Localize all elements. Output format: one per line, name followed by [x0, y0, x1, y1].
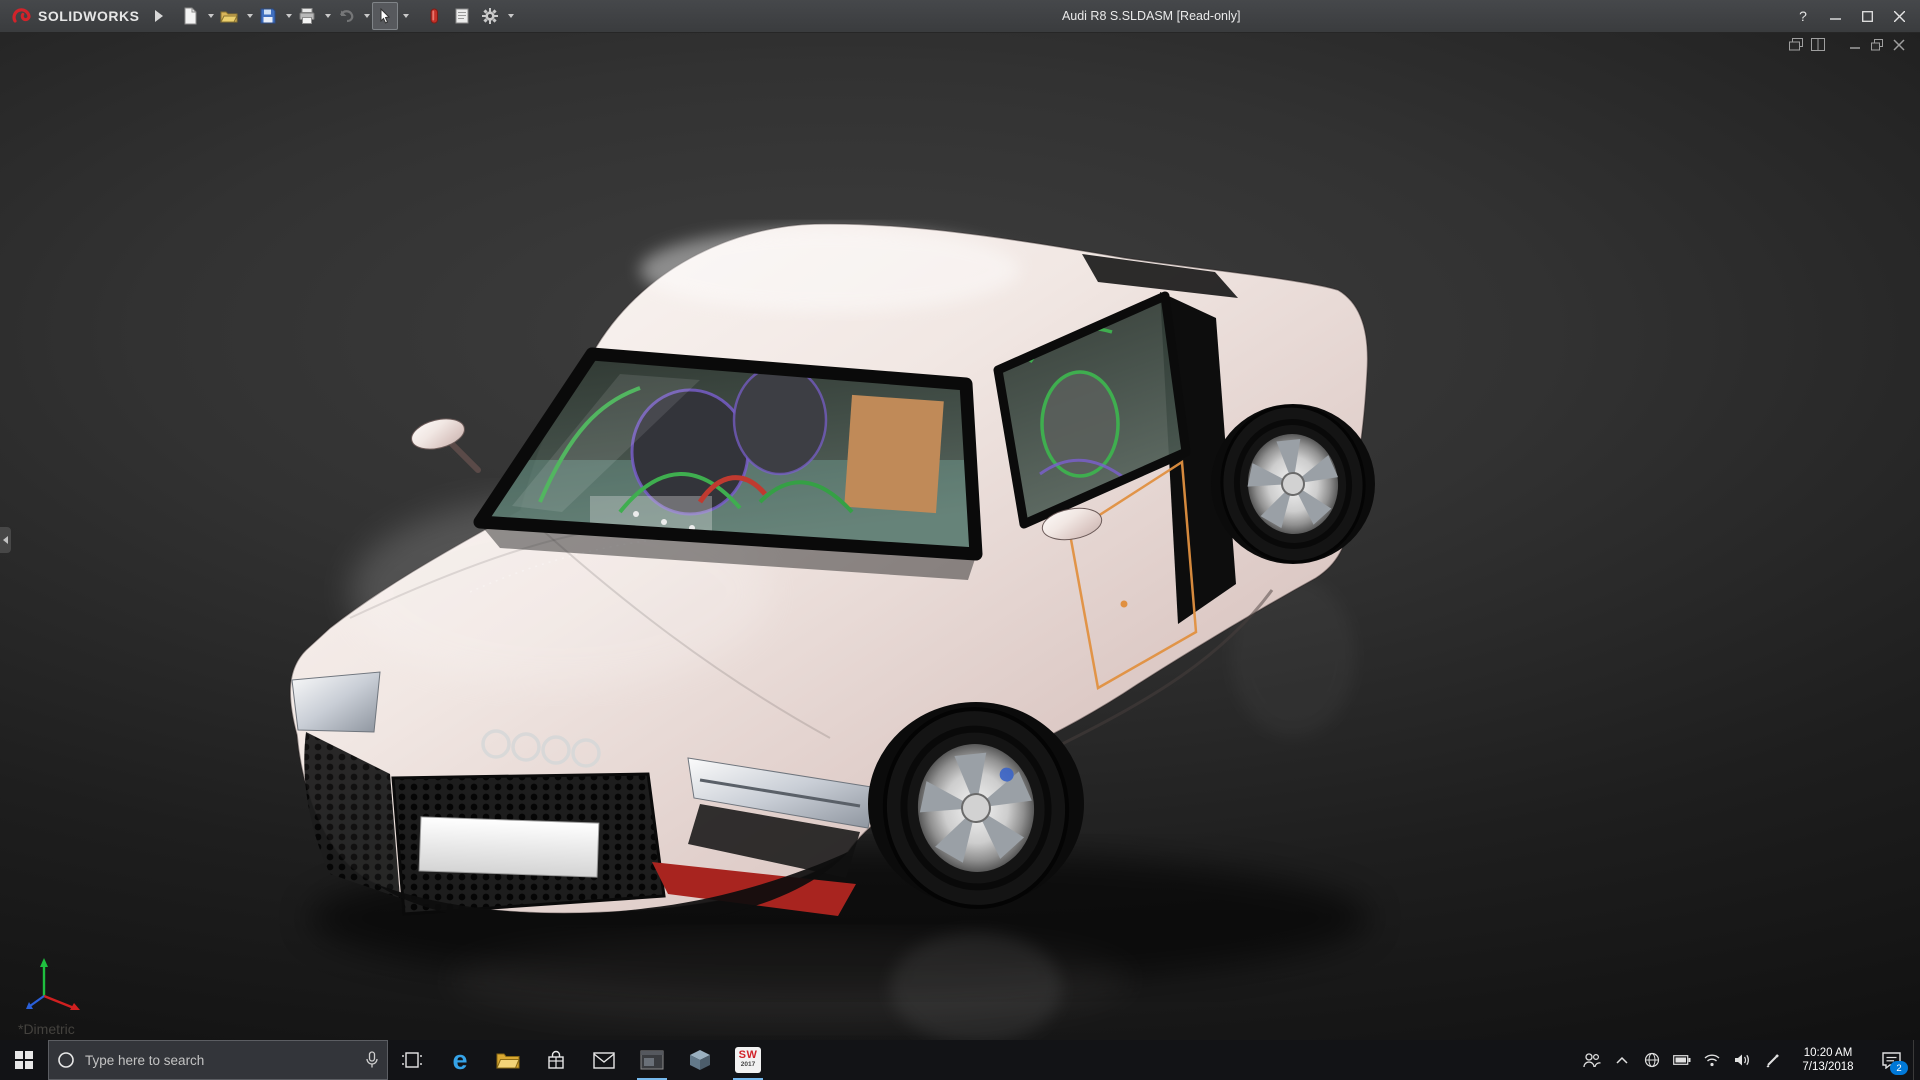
solidworks-2017-button[interactable]: SW 2017 — [724, 1040, 772, 1080]
options-button[interactable] — [477, 2, 503, 30]
solidworks-2017-icon: SW 2017 — [735, 1047, 761, 1073]
quick-toolbar — [177, 2, 514, 30]
titlebar: SOLIDWORKS — [0, 0, 1920, 33]
document-window-controls — [1788, 38, 1906, 51]
car-3d-model[interactable] — [0, 32, 1920, 1040]
microphone-icon[interactable] — [365, 1051, 379, 1069]
wifi-icon — [1703, 1053, 1721, 1067]
maximize-button[interactable] — [1852, 3, 1882, 29]
doc-minimize-icon — [1849, 39, 1861, 51]
document-title: Audi R8 S.SLDASM [Read-only] — [514, 9, 1788, 23]
new-document-dropdown[interactable] — [208, 14, 214, 18]
minimize-button[interactable] — [1820, 3, 1850, 29]
cube-icon — [689, 1049, 711, 1071]
undo-dropdown[interactable] — [364, 14, 370, 18]
windows-ink-button[interactable] — [1757, 1040, 1787, 1080]
volume-icon — [1734, 1053, 1751, 1067]
tile-icon — [1811, 38, 1825, 51]
battery-button[interactable] — [1667, 1040, 1697, 1080]
close-button[interactable] — [1884, 3, 1914, 29]
save-button[interactable] — [255, 2, 281, 30]
task-view-button[interactable] — [388, 1040, 436, 1080]
chevron-up-icon — [1616, 1056, 1628, 1065]
windows-logo-icon — [15, 1051, 33, 1069]
search-input[interactable] — [83, 1052, 357, 1069]
chevron-left-icon — [3, 536, 8, 544]
doc-tile-button[interactable] — [1810, 38, 1825, 51]
ds-logo-icon — [10, 5, 32, 27]
undo-icon — [337, 7, 355, 25]
undo-button[interactable] — [333, 2, 359, 30]
wifi-button[interactable] — [1697, 1040, 1727, 1080]
file-properties-button[interactable] — [449, 2, 475, 30]
task-view-icon — [401, 1050, 423, 1070]
close-icon — [1894, 11, 1905, 22]
brand-name: SOLIDWORKS — [38, 8, 139, 24]
doc-restore-button[interactable] — [1869, 38, 1884, 51]
orientation-triad[interactable] — [24, 954, 84, 1012]
doc-close-button[interactable] — [1891, 38, 1906, 51]
globe-icon — [1644, 1052, 1660, 1068]
graphics-area[interactable]: *Dimetric — [0, 32, 1920, 1040]
file-explorer-button[interactable] — [484, 1040, 532, 1080]
appearance-icon — [425, 7, 443, 25]
maximize-icon — [1862, 11, 1873, 22]
app-window-icon — [640, 1050, 664, 1070]
store-bag-icon — [546, 1050, 566, 1070]
new-document-icon — [181, 7, 199, 25]
taskbar-clock[interactable]: 10:20 AM 7/13/2018 — [1787, 1040, 1869, 1080]
file-explorer-icon — [496, 1050, 520, 1070]
pen-icon — [1765, 1053, 1780, 1068]
new-document-button[interactable] — [177, 2, 203, 30]
show-desktop-button[interactable] — [1913, 1040, 1920, 1080]
cascade-icon — [1789, 38, 1803, 51]
print-icon — [298, 7, 316, 25]
edrawings-button[interactable] — [676, 1040, 724, 1080]
featuremanager-collapsed-tab[interactable] — [0, 527, 11, 553]
cortana-icon — [57, 1051, 75, 1069]
file-properties-icon — [453, 7, 471, 25]
show-hidden-icons-button[interactable] — [1607, 1040, 1637, 1080]
gear-icon — [481, 7, 499, 25]
save-floppy-icon — [259, 7, 277, 25]
select-dropdown[interactable] — [403, 14, 409, 18]
network-button[interactable] — [1637, 1040, 1667, 1080]
doc-close-icon — [1893, 39, 1905, 51]
doc-restore-icon — [1871, 39, 1883, 51]
taskbar: e — [0, 1040, 1920, 1080]
menu-expand-arrow[interactable] — [155, 10, 163, 22]
edge-button[interactable]: e — [436, 1040, 484, 1080]
edge-icon: e — [452, 1047, 467, 1074]
mail-button[interactable] — [580, 1040, 628, 1080]
print-dropdown[interactable] — [325, 14, 331, 18]
open-folder-icon — [220, 7, 238, 25]
mail-icon — [593, 1052, 615, 1069]
save-dropdown[interactable] — [286, 14, 292, 18]
people-button[interactable] — [1577, 1040, 1607, 1080]
print-button[interactable] — [294, 2, 320, 30]
appearance-button[interactable] — [421, 2, 447, 30]
battery-icon — [1673, 1055, 1691, 1065]
start-button[interactable] — [0, 1040, 48, 1080]
open-dropdown[interactable] — [247, 14, 253, 18]
help-button[interactable]: ? — [1788, 3, 1818, 29]
volume-button[interactable] — [1727, 1040, 1757, 1080]
action-center-button[interactable]: 2 — [1869, 1040, 1913, 1080]
notification-badge: 2 — [1890, 1061, 1908, 1075]
open-button[interactable] — [216, 2, 242, 30]
store-button[interactable] — [532, 1040, 580, 1080]
minimize-icon — [1830, 11, 1841, 22]
select-tool-button[interactable] — [372, 2, 398, 30]
doc-cascade-button[interactable] — [1788, 38, 1803, 51]
taskbar-search[interactable] — [48, 1040, 388, 1080]
select-cursor-icon — [376, 7, 394, 25]
solidworks-session-button[interactable] — [628, 1040, 676, 1080]
doc-minimize-button[interactable] — [1847, 38, 1862, 51]
solidworks-logo: SOLIDWORKS — [0, 5, 139, 27]
people-icon — [1583, 1052, 1601, 1068]
view-orientation-label: *Dimetric — [18, 1021, 75, 1037]
window-controls: ? — [1788, 3, 1920, 29]
clock-date: 7/13/2018 — [1802, 1060, 1853, 1074]
clock-time: 10:20 AM — [1804, 1046, 1853, 1060]
